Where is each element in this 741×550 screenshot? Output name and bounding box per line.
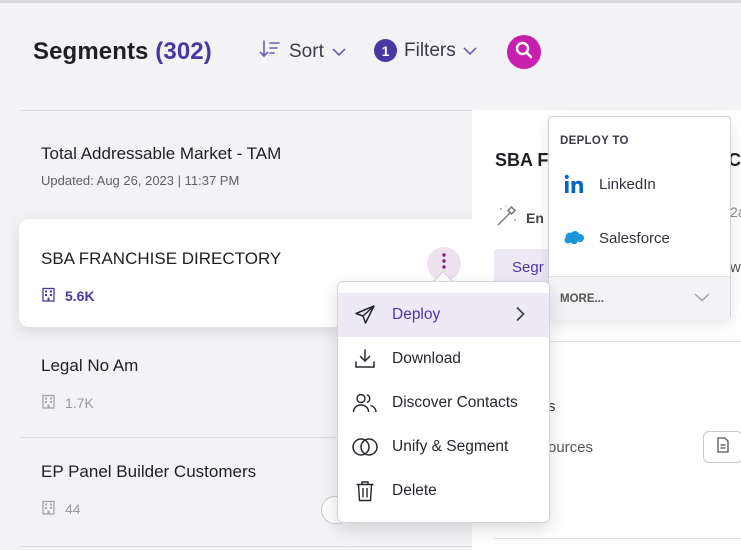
segment-metric-value: 44 — [65, 501, 81, 517]
segment-title: SBA FRANCHISE DIRECTORY — [41, 249, 282, 268]
venn-icon — [338, 437, 392, 457]
deploy-flyout: DEPLOY TO LinkedIn Salesforce MORE... — [548, 116, 731, 320]
segment-metric-value: 5.6K — [65, 288, 95, 304]
enrich-action[interactable]: En — [494, 203, 544, 232]
menu-item-download[interactable]: Download — [338, 337, 549, 381]
search-button[interactable] — [507, 35, 541, 69]
linkedin-icon — [549, 174, 599, 194]
page-title: Segments (302) — [33, 38, 212, 66]
sort-icon — [259, 39, 281, 65]
menu-item-delete[interactable]: Delete — [338, 469, 549, 513]
menu-item-unify-segment[interactable]: Unify & Segment — [338, 425, 549, 469]
salesforce-label: Salesforce — [599, 229, 670, 247]
menu-item-label: Deploy — [392, 306, 441, 323]
sort-label: Sort — [289, 41, 324, 62]
filters-count-badge: 1 — [374, 39, 397, 62]
document-button[interactable] — [703, 431, 741, 463]
enrich-end-text: 2a — [730, 204, 741, 220]
users-icon — [338, 392, 392, 414]
trash-icon — [338, 480, 392, 502]
salesforce-icon — [549, 230, 599, 246]
top-border — [0, 0, 741, 3]
title-text: Segments — [33, 38, 149, 65]
deploy-salesforce[interactable]: Salesforce — [549, 218, 730, 258]
tab-segment[interactable]: Segr — [494, 249, 550, 285]
linkedin-label: LinkedIn — [599, 175, 656, 193]
page-header: Segments (302) — [33, 34, 212, 70]
segment-count: (302) — [155, 38, 212, 65]
list-divider — [20, 546, 472, 547]
list-divider — [20, 110, 472, 111]
chevron-down-icon — [463, 40, 477, 62]
menu-item-label: Discover Contacts — [392, 394, 518, 411]
menu-item-label: Unify & Segment — [392, 438, 509, 455]
sources-label: ources — [548, 439, 594, 456]
more-label: MORE... — [560, 292, 605, 305]
menu-item-deploy[interactable]: Deploy — [338, 293, 549, 337]
magic-wand-icon — [494, 203, 520, 232]
menu-item-discover-contacts[interactable]: Discover Contacts — [338, 381, 549, 425]
paper-plane-icon — [338, 304, 392, 326]
deploy-linkedin[interactable]: LinkedIn — [549, 164, 730, 204]
chevron-right-icon — [515, 306, 525, 327]
chevron-down-icon — [332, 41, 346, 63]
panel-divider — [494, 538, 741, 539]
menu-item-label: Delete — [392, 482, 437, 499]
segment-title: Total Addressable Market - TAM — [41, 144, 282, 163]
segment-item-tam[interactable]: Total Addressable Market - TAM Updated: … — [20, 144, 472, 188]
segment-context-menu: Deploy Download Discover Contacts Unify … — [337, 281, 550, 523]
detail-title-start: SBA F — [495, 150, 549, 170]
building-icon — [41, 394, 56, 412]
filters-button[interactable]: 1 Filters — [374, 39, 477, 62]
deploy-to-heading: DEPLOY TO — [560, 135, 629, 147]
enrich-label: En — [526, 209, 544, 226]
tab-end-text: w — [730, 259, 741, 276]
segment-updated: Updated: Aug 26, 2023 | 11:37 PM — [41, 173, 240, 188]
segment-metric-value: 1.7K — [65, 395, 94, 411]
document-icon — [716, 436, 730, 458]
download-icon — [338, 348, 392, 370]
building-icon — [41, 500, 56, 518]
building-icon — [41, 287, 56, 305]
menu-item-label: Download — [392, 350, 461, 367]
filters-label: Filters — [404, 39, 456, 61]
chevron-down-icon — [694, 292, 710, 305]
sort-button[interactable]: Sort — [259, 39, 346, 65]
more-destinations-toggle[interactable]: MORE... — [549, 276, 730, 320]
search-icon — [514, 40, 534, 65]
